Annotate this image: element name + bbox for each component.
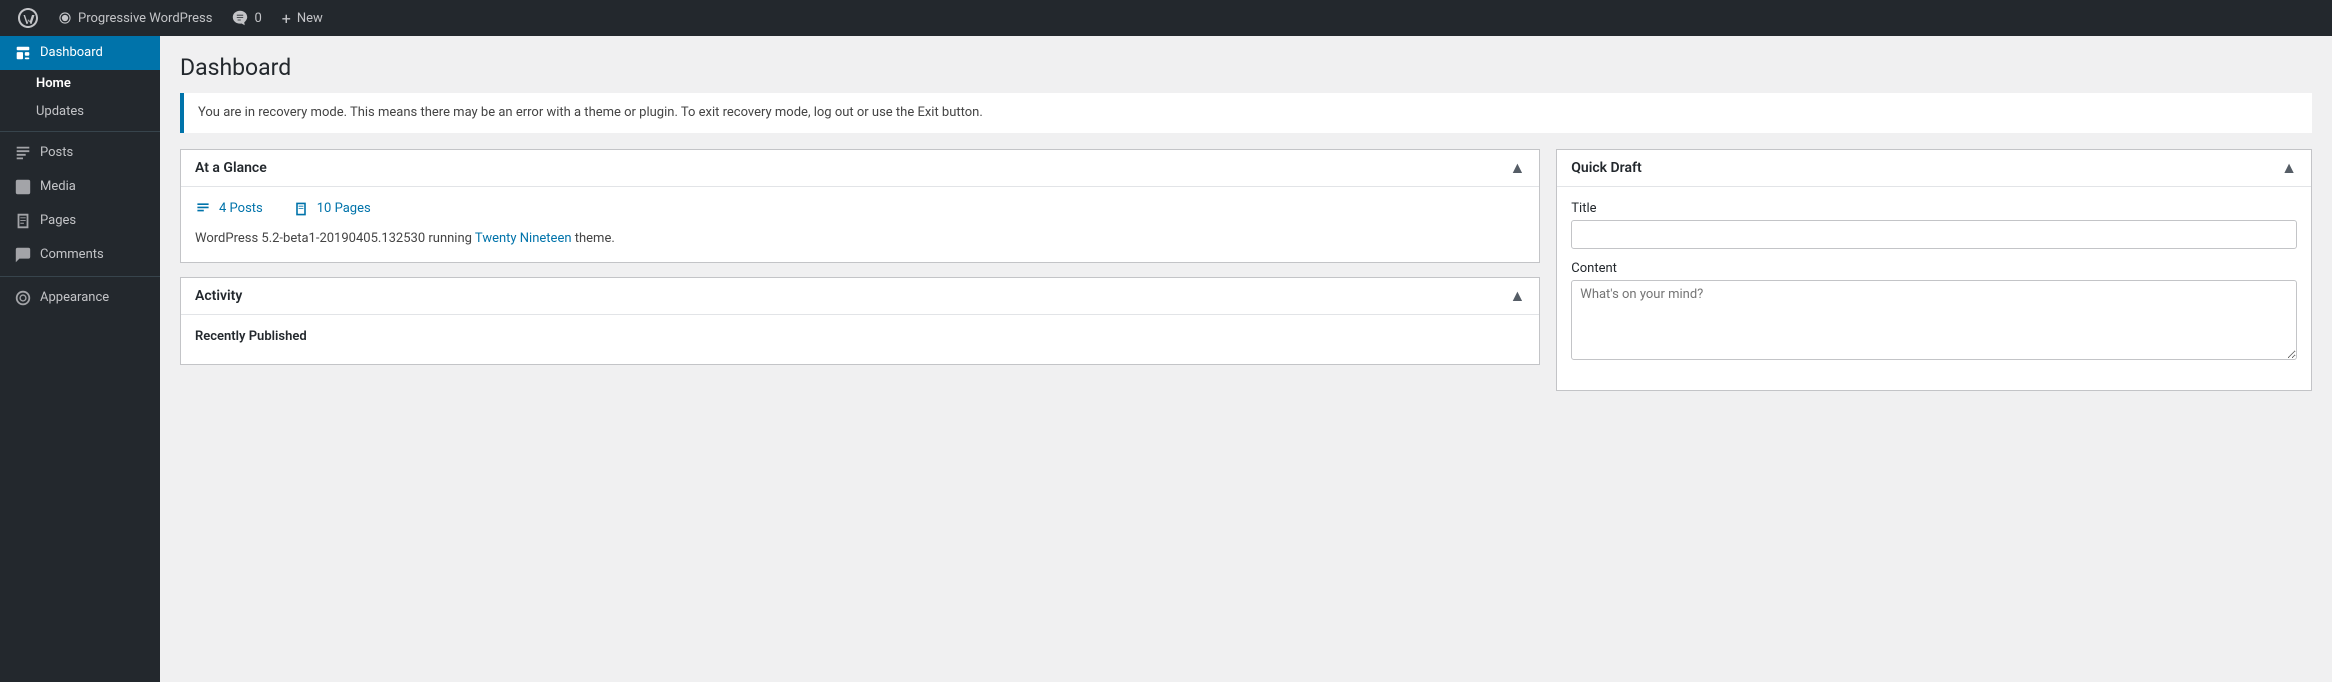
quick-draft-content-label: Content (1571, 261, 2297, 276)
dashboard-columns: At a Glance ▲ 4 Posts (180, 149, 2312, 391)
activity-widget: Activity ▲ Recently Published (180, 277, 1540, 365)
activity-header[interactable]: Activity ▲ (181, 278, 1539, 315)
sidebar-pages-label: Pages (40, 212, 76, 230)
glance-pages[interactable]: 10 Pages (293, 201, 371, 217)
menu-separator-2 (0, 276, 160, 277)
admin-bar: Progressive WordPress 0 + New (0, 0, 2332, 36)
glance-pages-count: 10 Pages (317, 201, 371, 216)
sidebar-media-label: Media (40, 178, 76, 196)
quick-draft-title: Quick Draft (1571, 160, 1641, 176)
quick-draft-content: Title Content (1557, 187, 2311, 390)
new-label: New (297, 11, 323, 26)
quick-draft-widget: Quick Draft ▲ Title Content (1556, 149, 2312, 391)
dashboard-col-left: At a Glance ▲ 4 Posts (180, 149, 1540, 391)
sidebar-dashboard-label: Dashboard (40, 44, 103, 62)
glance-theme-link[interactable]: Twenty Nineteen (475, 231, 572, 246)
quick-draft-content-input[interactable] (1571, 280, 2297, 360)
dashboard-col-right: Quick Draft ▲ Title Content (1556, 149, 2312, 391)
at-a-glance-toggle[interactable]: ▲ (1509, 158, 1525, 178)
quick-draft-toggle[interactable]: ▲ (2281, 158, 2297, 178)
glance-description-prefix: WordPress 5.2-beta1-20190405.132530 runn… (195, 231, 475, 246)
sidebar-comments-label: Comments (40, 246, 104, 264)
recently-published-section: Recently Published (195, 329, 1525, 344)
sidebar-item-home[interactable]: Home (0, 70, 160, 98)
recovery-notice: You are in recovery mode. This means the… (180, 93, 2312, 133)
at-a-glance-title: At a Glance (195, 160, 267, 176)
main-content: Dashboard You are in recovery mode. This… (160, 36, 2332, 682)
glance-counts: 4 Posts 10 Pages (195, 201, 1525, 217)
sidebar-item-media[interactable]: Media (0, 170, 160, 204)
sidebar-item-comments[interactable]: Comments (0, 238, 160, 272)
site-name-button[interactable]: Progressive WordPress (48, 0, 222, 36)
new-content-button[interactable]: + New (272, 0, 333, 36)
activity-content: Recently Published (181, 315, 1539, 364)
comments-count: 0 (254, 11, 261, 26)
home-label: Home (36, 75, 71, 93)
sidebar-item-pages[interactable]: Pages (0, 204, 160, 238)
activity-title: Activity (195, 288, 242, 304)
wp-logo-button[interactable] (8, 0, 48, 36)
quick-draft-content-field: Content (1571, 261, 2297, 364)
activity-toggle[interactable]: ▲ (1509, 286, 1525, 306)
recovery-notice-text: You are in recovery mode. This means the… (198, 105, 983, 120)
sidebar-item-updates[interactable]: Updates (0, 98, 160, 126)
sidebar-item-posts[interactable]: Posts (0, 136, 160, 170)
at-a-glance-widget: At a Glance ▲ 4 Posts (180, 149, 1540, 264)
glance-description: WordPress 5.2-beta1-20190405.132530 runn… (195, 229, 1525, 249)
glance-posts[interactable]: 4 Posts (195, 201, 263, 217)
recently-published-label: Recently Published (195, 329, 1525, 344)
glance-posts-count: 4 Posts (219, 201, 263, 216)
quick-draft-header[interactable]: Quick Draft ▲ (1557, 150, 2311, 187)
at-a-glance-header[interactable]: At a Glance ▲ (181, 150, 1539, 187)
glance-description-suffix: theme. (572, 231, 615, 246)
at-a-glance-content: 4 Posts 10 Pages WordPress (181, 187, 1539, 263)
quick-draft-title-input[interactable] (1571, 220, 2297, 249)
comments-button[interactable]: 0 (222, 0, 271, 36)
sidebar-appearance-label: Appearance (40, 289, 109, 307)
sidebar-item-appearance[interactable]: Appearance (0, 281, 160, 315)
page-title: Dashboard (180, 54, 2312, 81)
quick-draft-title-label: Title (1571, 201, 2297, 216)
updates-label: Updates (36, 103, 84, 121)
wp-layout: Dashboard Home Updates Posts Media Pages (0, 36, 2332, 682)
new-icon: + (282, 9, 291, 28)
admin-menu: Dashboard Home Updates Posts Media Pages (0, 36, 160, 682)
menu-separator-1 (0, 131, 160, 132)
sidebar-posts-label: Posts (40, 144, 73, 162)
quick-draft-title-field: Title (1571, 201, 2297, 249)
sidebar-item-dashboard[interactable]: Dashboard (0, 36, 160, 70)
site-name-label: Progressive WordPress (78, 11, 212, 26)
